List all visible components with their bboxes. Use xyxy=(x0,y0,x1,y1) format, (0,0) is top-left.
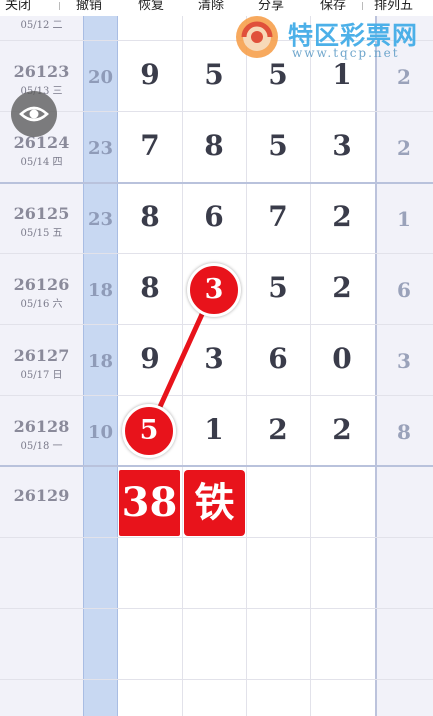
prediction-box[interactable]: 38 xyxy=(119,470,180,536)
eye-icon xyxy=(19,106,49,122)
watermark-logo: 特区彩票网 www.tqcp.net xyxy=(230,10,430,66)
trend-line xyxy=(146,287,216,434)
close-button[interactable]: 关闭 xyxy=(5,0,31,13)
logo-icon xyxy=(236,16,278,58)
prediction-tag[interactable]: 铁 xyxy=(184,470,245,536)
highlight-ball[interactable]: 3 xyxy=(187,263,241,317)
toolbar-separator xyxy=(59,2,60,10)
toolbar-separator xyxy=(362,2,363,10)
undo-button[interactable]: 撤销 xyxy=(76,0,102,13)
view-toggle-button[interactable] xyxy=(11,91,57,137)
redo-button[interactable]: 恢复 xyxy=(138,0,164,13)
highlight-ball[interactable]: 5 xyxy=(122,404,176,458)
clear-button[interactable]: 清除 xyxy=(198,0,224,13)
watermark-url: www.tqcp.net xyxy=(292,46,400,60)
